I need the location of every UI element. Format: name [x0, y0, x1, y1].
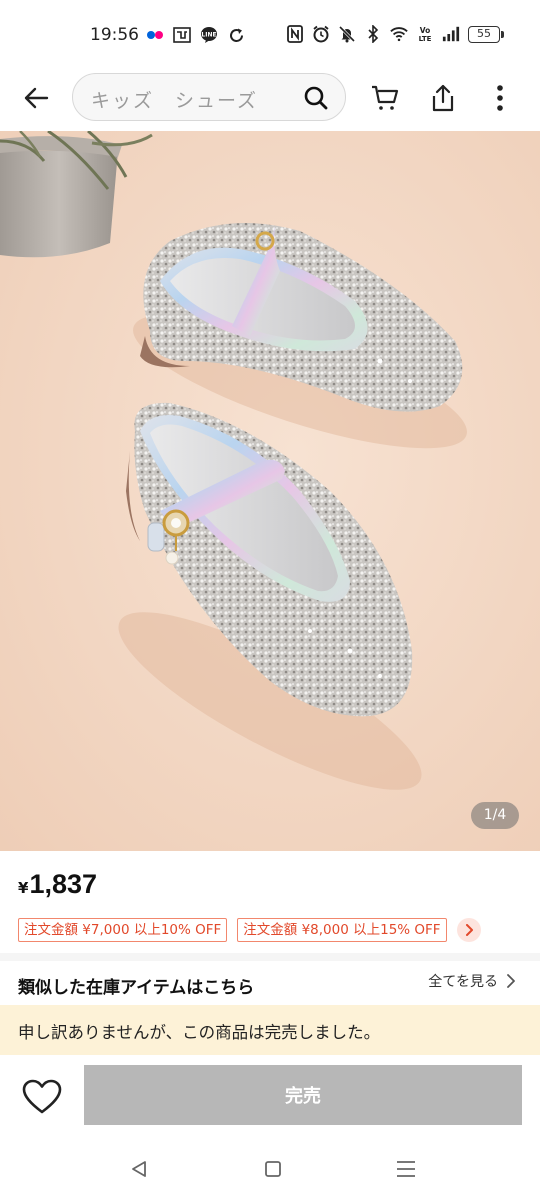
promo-more-button[interactable] [456, 918, 481, 942]
notification-icons: LINE [146, 26, 245, 44]
bottom-action-bar: 完売 [0, 1055, 540, 1137]
search-icon[interactable] [303, 85, 329, 111]
nav-back-button[interactable] [124, 1157, 154, 1181]
svg-text:LTE: LTE [419, 35, 432, 43]
sold-out-message: 申し訳ありませんが、この商品は完売しました。 [18, 1023, 381, 1042]
share-button[interactable] [425, 80, 461, 116]
wifi-icon [390, 25, 408, 43]
cart-button[interactable] [367, 80, 403, 116]
flickr-icon [146, 26, 164, 44]
bluetooth-icon [364, 25, 382, 43]
favorite-button[interactable] [18, 1075, 66, 1119]
nfc-icon [286, 25, 304, 43]
product-photo [0, 131, 540, 851]
product-image-gallery[interactable]: 1/4 [0, 131, 540, 851]
sold-out-notice: 申し訳ありませんが、この商品は完売しました。 [0, 1005, 540, 1055]
top-app-bar: キッズ シューズ [0, 70, 540, 130]
sold-out-button[interactable]: 完売 [84, 1065, 522, 1125]
image-counter: 1/4 [471, 802, 519, 829]
status-time: 19:56 [90, 25, 139, 45]
nav-menu-button[interactable] [391, 1157, 421, 1181]
search-input[interactable]: キッズ シューズ [91, 86, 258, 113]
signal-icon [442, 25, 460, 43]
system-icons: Vo LTE 55 [286, 25, 504, 43]
view-all-label: 全てを見る [428, 974, 498, 990]
price: ¥ 1,837 [18, 869, 97, 900]
square-home-icon [265, 1161, 281, 1177]
cart-icon [372, 85, 399, 110]
view-all-link[interactable]: 全てを見る [428, 971, 516, 991]
battery-icon: 55 [468, 25, 504, 43]
promo-tag[interactable]: 注文金額 ¥7,000 以上10% OFF [18, 918, 228, 942]
svg-text:LINE: LINE [201, 32, 216, 39]
heart-icon [22, 1079, 62, 1114]
line-icon: LINE [200, 26, 218, 44]
promo-tags: 注文金額 ¥7,000 以上10% OFF 注文金額 ¥8,000 以上15% … [18, 918, 481, 942]
share-icon [432, 84, 454, 112]
chevron-right-icon [465, 924, 473, 936]
promo-tag[interactable]: 注文金額 ¥8,000 以上15% OFF [237, 918, 447, 942]
alarm-icon [312, 25, 330, 43]
chevron-right-icon [507, 974, 515, 988]
similar-items-header: 類似した在庫アイテムはこちら 全てを見る [0, 961, 540, 1005]
system-nav-bar [0, 1137, 540, 1200]
search-bar[interactable]: キッズ シューズ [72, 73, 346, 121]
status-bar: 19:56 LINE Vo LTE 55 [0, 0, 540, 70]
price-value: 1,837 [29, 869, 98, 899]
more-options-button[interactable] [482, 80, 518, 116]
triangle-back-icon [132, 1161, 146, 1177]
volte-icon: Vo LTE [416, 25, 434, 43]
back-arrow-icon [24, 87, 49, 109]
battery-level: 55 [468, 25, 500, 43]
svg-text:Vo: Vo [420, 26, 431, 35]
sync-icon [227, 26, 245, 44]
mute-icon [338, 25, 356, 43]
menu-icon [397, 1161, 415, 1177]
similar-items-title: 類似した在庫アイテムはこちら [18, 978, 255, 998]
more-vertical-icon [497, 85, 503, 111]
section-divider [0, 953, 540, 961]
nav-home-button[interactable] [258, 1157, 288, 1181]
back-button[interactable] [18, 80, 54, 116]
app-notification-icon [173, 26, 191, 44]
price-currency: ¥ [18, 879, 29, 897]
